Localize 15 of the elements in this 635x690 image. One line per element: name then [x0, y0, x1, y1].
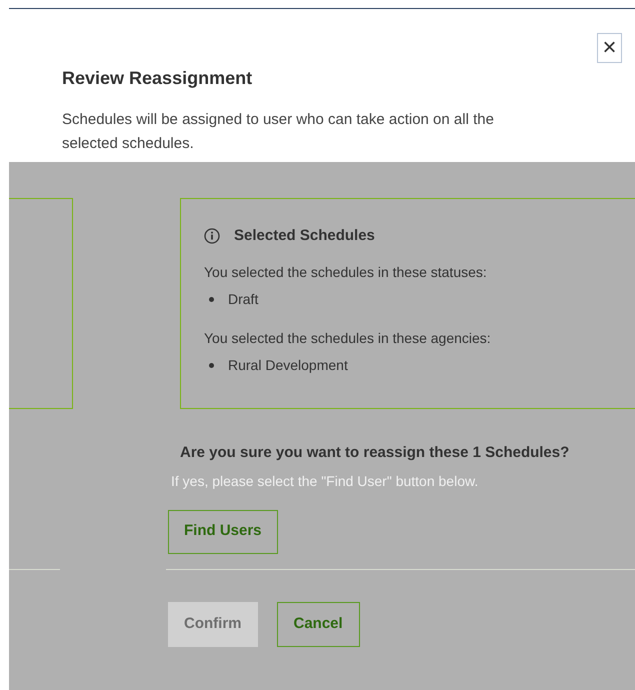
confirm-question: Are you sure you want to reassign these 1 Schedules? [180, 443, 570, 463]
dialog-title: Review Reassignment [62, 67, 254, 90]
info-icon [204, 228, 220, 244]
cancel-button[interactable]: Cancel [276, 602, 360, 646]
card-title: Selected Schedules [234, 226, 375, 246]
status-item: Draft [228, 290, 258, 308]
agency-item: Rural Development [228, 356, 348, 375]
bullet-icon [209, 362, 214, 368]
hint-text: If yes, please select the "Find User" button below. [171, 472, 480, 491]
find-users-button[interactable]: Find Users [168, 510, 278, 554]
dialog-description: Schedules will be assigned to user who can take action on all the selected schedules. [62, 110, 495, 154]
close-button[interactable]: × [597, 33, 622, 63]
statuses-label: You selected the schedules in these statuses: [204, 262, 488, 282]
agencies-label: You selected the schedules in these agencies: [204, 328, 492, 348]
bullet-icon [209, 296, 214, 302]
